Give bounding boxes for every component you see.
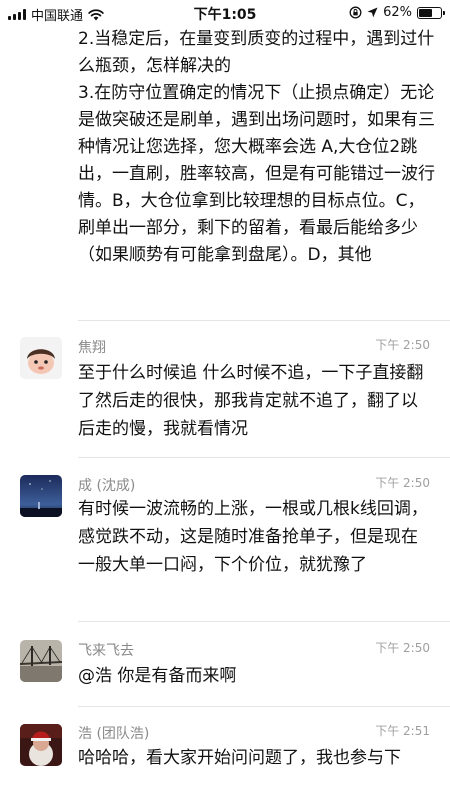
avatar[interactable] <box>20 640 62 682</box>
sender-name: 飞来飞去 <box>78 643 134 659</box>
message-line: 2.当稳定后，在量变到质变的过程中，遇到过什么瓶颈，怎样解决的 <box>78 29 435 76</box>
message-text-continued: 2.当稳定后，在量变到质变的过程中，遇到过什么瓶颈，怎样解决的 3.在防守位置确… <box>78 26 436 269</box>
message-time: 下午 2:51 <box>375 724 430 738</box>
message-time: 下午 2:50 <box>375 476 430 490</box>
sender-name: 浩 (团队浩) <box>78 726 150 742</box>
avatar[interactable] <box>20 724 62 766</box>
message-text: @浩 你是有备而来啊 <box>78 666 237 686</box>
avatar[interactable] <box>20 475 62 517</box>
divider <box>78 621 450 622</box>
message-time: 下午 2:50 <box>375 641 430 655</box>
divider <box>78 457 450 458</box>
message-text: 有时候一波流畅的上涨，一根或几根k线回调，感觉跌不动，这是随时准备抢单子，但是现… <box>78 499 428 575</box>
sender-name: 成 (沈成) <box>78 478 136 494</box>
message-time: 下午 2:50 <box>375 338 430 352</box>
location-icon <box>367 7 378 18</box>
message-text: 至于什么时候追 什么时候不追，一下子直接翻了然后走的很快，那我肯定就不追了，翻了… <box>78 363 424 439</box>
battery-icon <box>417 6 445 19</box>
orientation-lock-icon <box>349 6 362 19</box>
message-line: 3.在防守位置确定的情况下（止损点确定）无论是做突破还是刷单，遇到出场问题时，如… <box>78 83 435 265</box>
status-bar: 中国联通 下午1:05 62% <box>0 0 450 26</box>
message-text: 哈哈哈，看大家开始问问题了，我也参与下 <box>78 748 401 768</box>
battery-percent: 62% <box>383 5 412 20</box>
divider <box>78 706 450 707</box>
sender-name: 焦翔 <box>78 340 106 356</box>
divider <box>78 320 450 321</box>
avatar[interactable] <box>20 337 62 379</box>
